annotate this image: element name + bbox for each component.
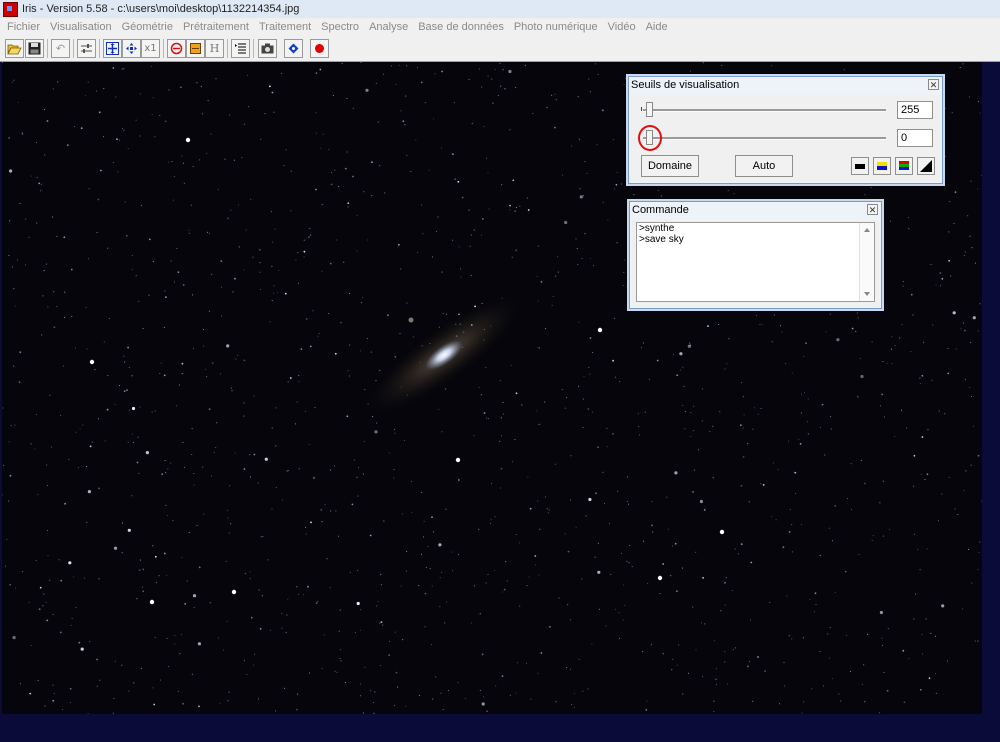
thresholds-window: Seuils de visualisation ✕ 255 0 Domaine … bbox=[628, 76, 943, 184]
command-title: Commande bbox=[632, 204, 689, 216]
scroll-up-icon[interactable] bbox=[864, 228, 870, 232]
camera-icon[interactable] bbox=[258, 39, 277, 58]
menu-bar: Fichier Visualisation Géométrie Prétrait… bbox=[0, 18, 1000, 36]
thresholds-body: 255 0 Domaine Auto bbox=[631, 95, 940, 181]
list-icon[interactable] bbox=[231, 39, 250, 58]
menu-fichier[interactable]: Fichier bbox=[2, 18, 45, 36]
toolbar-separator bbox=[163, 39, 164, 58]
high-threshold-input[interactable]: 255 bbox=[897, 101, 933, 119]
command-line: >save sky bbox=[639, 234, 684, 245]
toolbar: ↶ x1 H bbox=[0, 36, 1000, 62]
zoom-fit-icon[interactable] bbox=[103, 39, 122, 58]
toolbar-separator bbox=[99, 39, 100, 58]
undo-icon[interactable]: ↶ bbox=[51, 39, 70, 58]
command-line: >synthe bbox=[639, 223, 675, 234]
command-title-bar[interactable]: Commande ✕ bbox=[630, 202, 881, 218]
domaine-button[interactable]: Domaine bbox=[641, 155, 699, 177]
low-threshold-track[interactable] bbox=[643, 137, 886, 140]
black-white-palette-icon[interactable] bbox=[851, 157, 869, 175]
window-title: Iris - Version 5.58 - c:\users\moi\deskt… bbox=[22, 3, 300, 15]
command-body: >synthe >save sky bbox=[632, 220, 879, 306]
command-console[interactable]: >synthe >save sky bbox=[636, 222, 875, 302]
menu-traitement[interactable]: Traitement bbox=[254, 18, 316, 36]
thresholds-title-bar[interactable]: Seuils de visualisation ✕ bbox=[629, 77, 942, 93]
adjust-icon[interactable] bbox=[77, 39, 96, 58]
open-folder-icon[interactable] bbox=[5, 39, 24, 58]
iris-app-icon bbox=[3, 1, 18, 17]
toolbar-separator bbox=[227, 39, 228, 58]
menu-photo-numerique[interactable]: Photo numérique bbox=[509, 18, 603, 36]
red-swirl-icon[interactable] bbox=[167, 39, 186, 58]
menu-base-de-donnees[interactable]: Base de données bbox=[413, 18, 509, 36]
zoom-x1-button[interactable]: x1 bbox=[141, 39, 160, 58]
menu-pretraitement[interactable]: Prétraitement bbox=[178, 18, 254, 36]
title-bar: Iris - Version 5.58 - c:\users\moi\deskt… bbox=[0, 0, 1000, 18]
scroll-down-icon[interactable] bbox=[864, 292, 870, 296]
menu-visualisation[interactable]: Visualisation bbox=[45, 18, 117, 36]
orange-square-icon[interactable] bbox=[186, 39, 205, 58]
close-icon[interactable]: ✕ bbox=[867, 204, 878, 215]
high-threshold-slider-thumb[interactable] bbox=[646, 102, 653, 117]
command-scrollbar[interactable] bbox=[859, 223, 874, 301]
background-strip-right bbox=[982, 62, 1000, 714]
rgb-palette-icon[interactable] bbox=[895, 157, 913, 175]
highlight-circle bbox=[638, 125, 662, 151]
menu-spectro[interactable]: Spectro bbox=[316, 18, 364, 36]
menu-geometrie[interactable]: Géométrie bbox=[117, 18, 178, 36]
menu-analyse[interactable]: Analyse bbox=[364, 18, 413, 36]
toolbar-separator bbox=[47, 39, 48, 58]
toolbar-separator bbox=[73, 39, 74, 58]
histogram-button[interactable]: H bbox=[205, 39, 224, 58]
command-window: Commande ✕ >synthe >save sky bbox=[629, 201, 882, 309]
menu-aide[interactable]: Aide bbox=[641, 18, 673, 36]
high-threshold-track[interactable] bbox=[643, 109, 886, 112]
gradient-ramp-icon[interactable] bbox=[917, 157, 935, 175]
menu-video[interactable]: Vidéo bbox=[603, 18, 641, 36]
close-icon[interactable]: ✕ bbox=[928, 79, 939, 90]
auto-button[interactable]: Auto bbox=[735, 155, 793, 177]
slider-tick bbox=[641, 107, 642, 111]
background-strip-bottom bbox=[0, 714, 1000, 742]
save-disk-icon[interactable] bbox=[25, 39, 44, 58]
toolbar-separator bbox=[253, 39, 254, 58]
blue-diamond-icon[interactable] bbox=[284, 39, 303, 58]
low-threshold-input[interactable]: 0 bbox=[897, 129, 933, 147]
move-arrows-icon[interactable] bbox=[122, 39, 141, 58]
thresholds-title: Seuils de visualisation bbox=[631, 79, 740, 91]
blue-yellow-palette-icon[interactable] bbox=[873, 157, 891, 175]
record-icon[interactable] bbox=[310, 39, 329, 58]
